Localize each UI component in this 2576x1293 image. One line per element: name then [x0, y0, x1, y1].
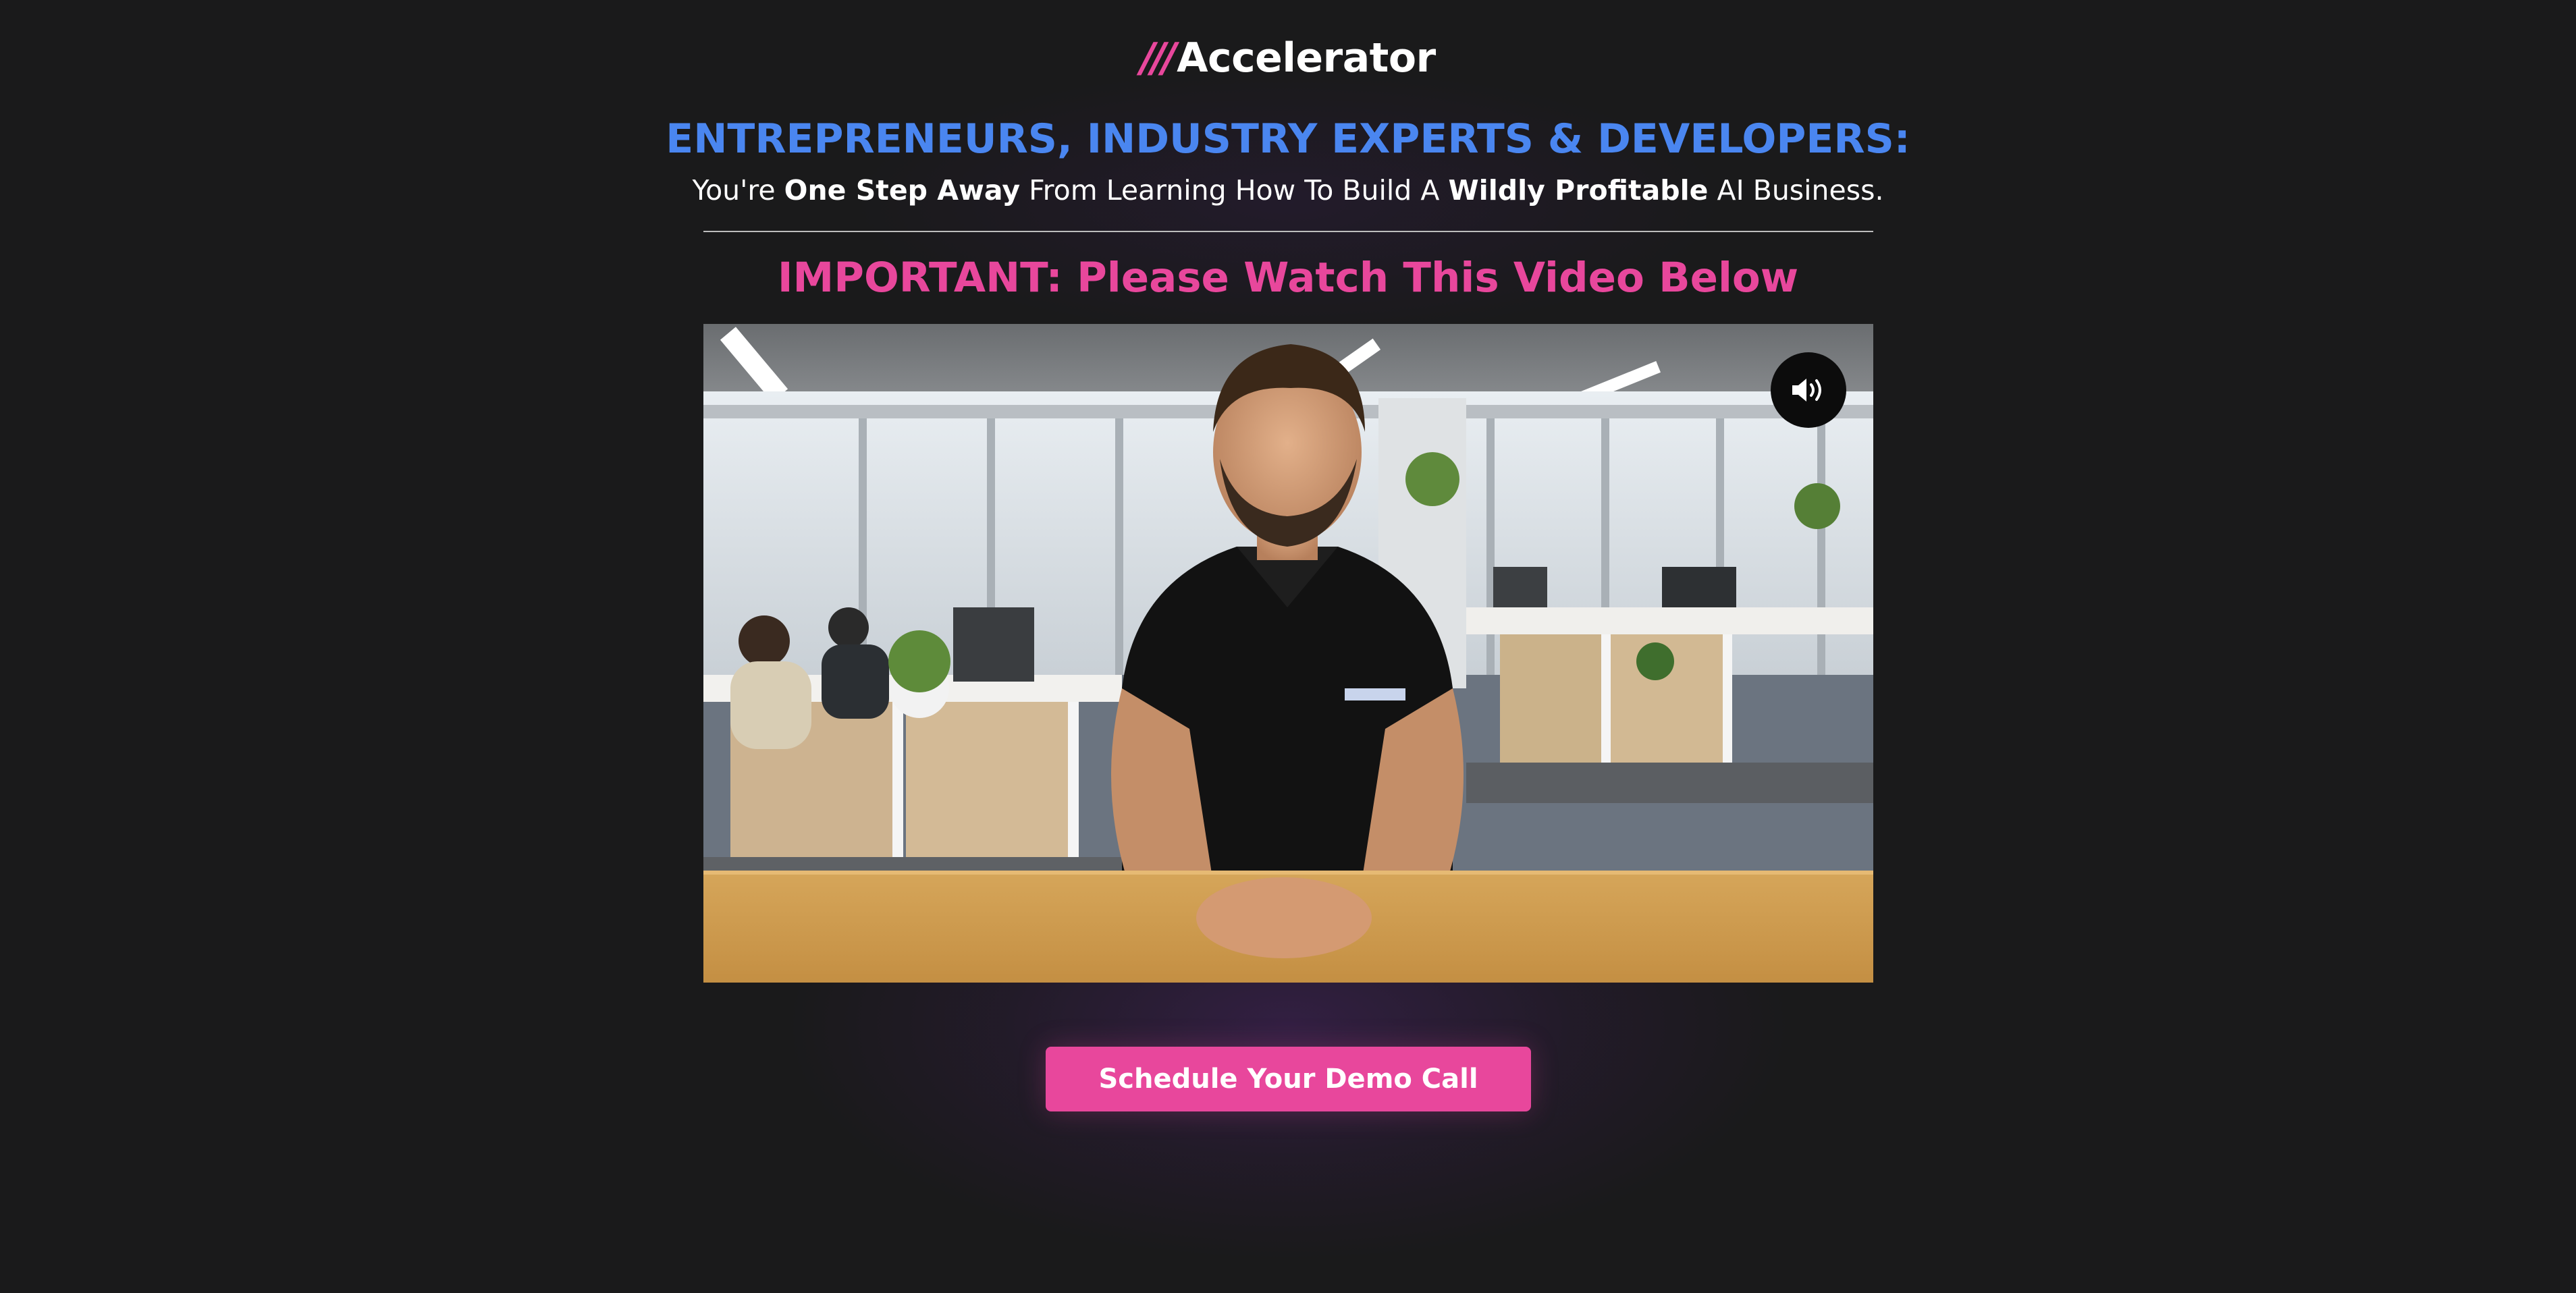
brand-logo: ///Accelerator	[0, 34, 2576, 82]
subhead-text-3: AI Business.	[1708, 174, 1884, 207]
logo-slashes: ///	[1140, 34, 1177, 82]
video-player[interactable]	[703, 324, 1873, 983]
subheadline: You're One Step Away From Learning How T…	[0, 170, 2576, 211]
subhead-text-1: You're	[692, 174, 784, 207]
subhead-text-2: From Learning How To Build A	[1020, 174, 1449, 207]
schedule-demo-button[interactable]: Schedule Your Demo Call	[1046, 1047, 1531, 1111]
landing-page: ///Accelerator ENTREPRENEURS, INDUSTRY E…	[0, 0, 2576, 1293]
unmute-button[interactable]	[1771, 352, 1846, 428]
important-notice: IMPORTANT: Please Watch This Video Below	[777, 254, 1799, 302]
headline: ENTREPRENEURS, INDUSTRY EXPERTS & DEVELO…	[666, 115, 1910, 163]
subhead-bold-2: Wildly Profitable	[1448, 174, 1709, 207]
video-frame	[703, 324, 1873, 983]
logo-name: Accelerator	[1177, 34, 1436, 82]
subhead-bold-1: One Step Away	[784, 174, 1021, 207]
section-divider	[703, 231, 1873, 232]
speaker-volume-icon	[1792, 379, 1821, 402]
